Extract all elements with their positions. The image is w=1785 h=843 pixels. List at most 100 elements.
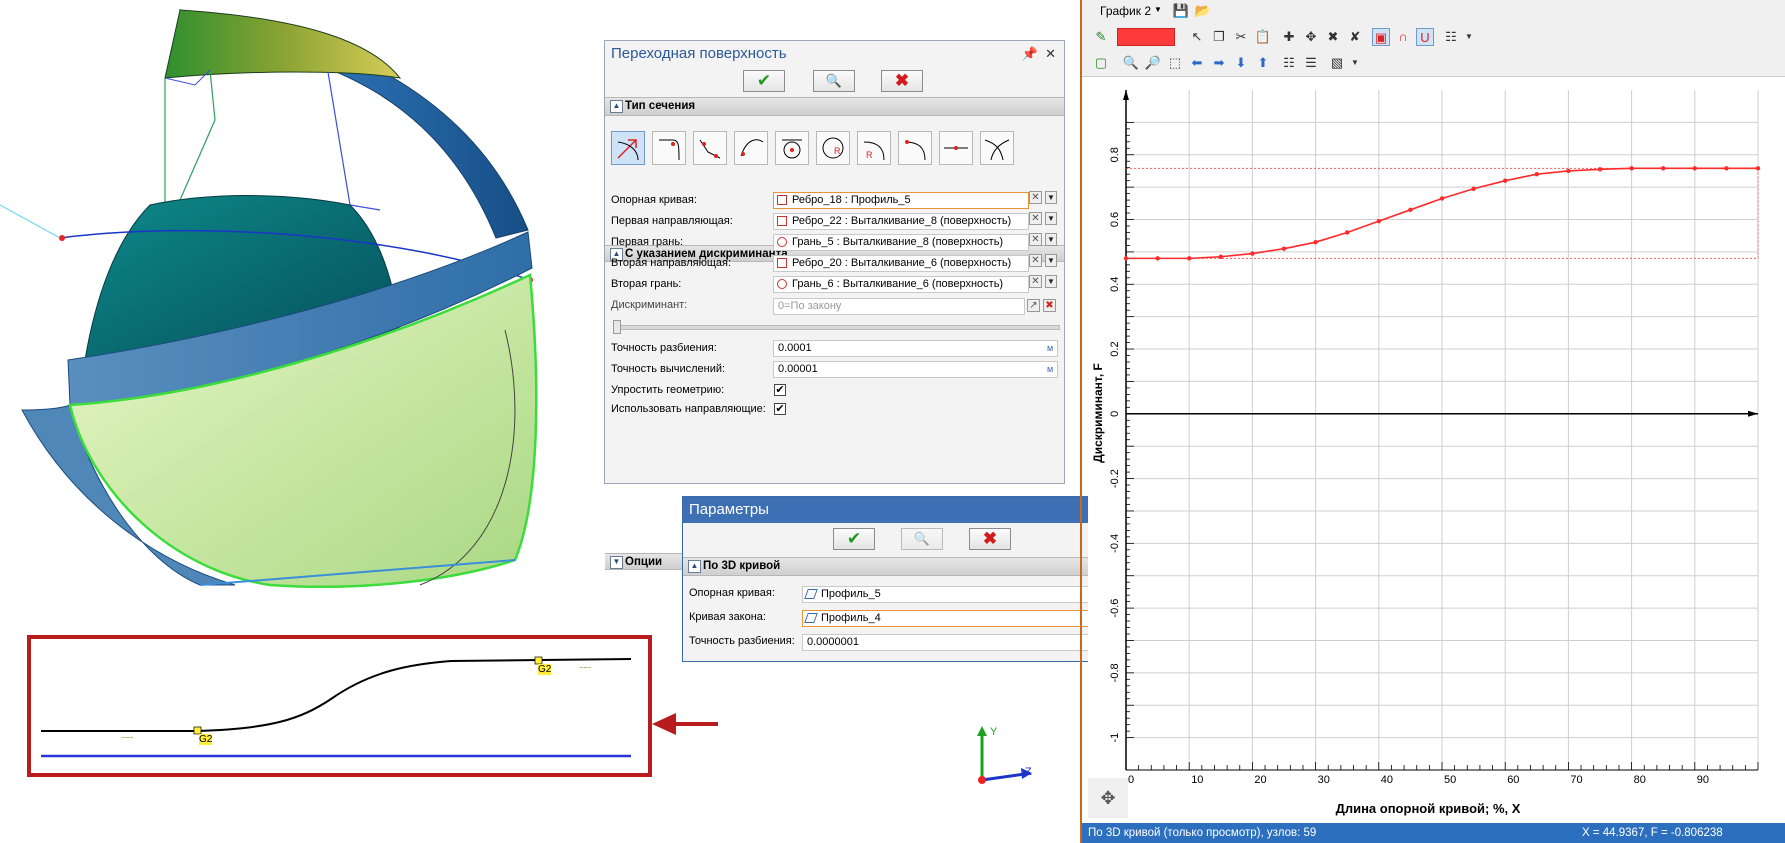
series-point xyxy=(1439,196,1445,201)
view-options-icon[interactable]: ▧ xyxy=(1328,54,1346,72)
first-guide-field[interactable]: Ребро_22 : Выталкивание_8 (поверхность) xyxy=(773,213,1029,230)
add-point-icon[interactable]: ✚ xyxy=(1280,28,1298,46)
ref-curve-field[interactable]: Ребро_18 : Профиль_5 xyxy=(773,192,1029,209)
chevron-down-icon[interactable]: ▼ xyxy=(1045,233,1057,246)
edit-curve-icon[interactable]: ✎ xyxy=(1092,28,1110,46)
section-type-6-icon[interactable]: R xyxy=(816,131,850,165)
ok-button[interactable]: ✔ xyxy=(743,70,785,92)
chevron-down-icon[interactable]: ▼ xyxy=(1045,275,1057,288)
section-type-3-icon[interactable] xyxy=(693,131,727,165)
series-point xyxy=(1345,230,1350,235)
magnet-icon[interactable]: U xyxy=(1416,28,1434,46)
x-tick-label: 80 xyxy=(1634,774,1646,786)
clear-points-icon[interactable]: ✘ xyxy=(1346,28,1364,46)
first-face-field[interactable]: Грань_5 : Выталкивание_8 (поверхность) xyxy=(773,234,1029,251)
clear-icon[interactable]: ✕ xyxy=(1029,212,1042,225)
series-point xyxy=(1250,251,1255,256)
second-guide-field[interactable]: Ребро_20 : Выталкивание_6 (поверхность) xyxy=(773,255,1029,272)
preview-button[interactable]: 🔍 xyxy=(901,528,943,550)
arrow-left-icon[interactable]: ⬅ xyxy=(1188,54,1206,72)
snap-icon[interactable]: ▣ xyxy=(1372,28,1390,46)
pan-icon[interactable]: ✥ xyxy=(1088,778,1128,818)
series-point xyxy=(1471,186,1476,191)
g2-marker-left[interactable] xyxy=(193,726,202,735)
model-viewport[interactable] xyxy=(0,0,600,600)
delete-point-icon[interactable]: ✖ xyxy=(1324,28,1342,46)
field-row-use-guides: Использовать направляющие: ✔ xyxy=(611,403,786,415)
pin-icon[interactable]: 📌 xyxy=(1022,41,1038,67)
graph-toolbar-1: ✎ ↖ ❐ ✂ 📋 ✚ ✥ ✖ ✘ ▣ ∩ U ☷ ▼ xyxy=(1082,24,1785,50)
copy-icon[interactable]: ❐ xyxy=(1210,28,1228,46)
save-icon[interactable]: 💾 xyxy=(1172,2,1190,20)
arrow-right-icon[interactable]: ➡ xyxy=(1210,54,1228,72)
chevron-down-icon[interactable]: ▼ xyxy=(1045,191,1057,204)
simplify-checkbox[interactable]: ✔ xyxy=(774,384,786,396)
section-type-2-icon[interactable] xyxy=(652,131,686,165)
open-folder-icon[interactable]: 📂 xyxy=(1194,2,1212,20)
distribute-icon[interactable]: ☰ xyxy=(1302,54,1320,72)
grid-icon[interactable]: ☷ xyxy=(1442,28,1460,46)
clear-icon[interactable]: ✕ xyxy=(1029,191,1042,204)
section-type-5-icon[interactable] xyxy=(775,131,809,165)
curve-icon xyxy=(804,589,818,599)
collapse-icon[interactable]: ▲ xyxy=(610,100,623,113)
series-point xyxy=(1755,166,1761,171)
chevron-down-icon[interactable]: ▼ xyxy=(1460,28,1478,46)
ok-button[interactable]: ✔ xyxy=(833,528,875,550)
discriminant-field[interactable]: 0=По закону xyxy=(773,298,1025,315)
split-precision-input[interactable]: 0.0001 xyxy=(773,340,1058,357)
clear-icon[interactable]: ✕ xyxy=(1029,275,1042,288)
collapse-icon[interactable]: ▲ xyxy=(688,560,701,573)
arrow-down-icon[interactable]: ⬇ xyxy=(1232,54,1250,72)
chevron-down-icon[interactable]: ▼ xyxy=(1346,54,1364,72)
curve-color-swatch[interactable] xyxy=(1117,28,1175,46)
y-tick-label: 0.4 xyxy=(1109,277,1121,292)
select-icon[interactable]: ↖ xyxy=(1188,28,1206,46)
chevron-down-icon[interactable]: ▼ xyxy=(1154,5,1162,14)
discriminant-chart[interactable]: 0 10 20 30 40 50 60 70 80 90 -1 -0.8 -0.6 -0.4 -0.2 0 0.… xyxy=(1088,78,1785,823)
field-row-calc-precision: Точность вычислений: 0.00001 м xyxy=(605,359,1064,380)
graph-tab[interactable]: График 2 xyxy=(1100,4,1151,18)
tangent-icon[interactable]: ∩ xyxy=(1394,28,1412,46)
field-row-first-guide: Первая направляющая: Ребро_22 : Выталкив… xyxy=(605,211,1064,232)
cut-icon[interactable]: ✂ xyxy=(1232,28,1250,46)
chevron-down-icon[interactable]: ▼ xyxy=(1045,254,1057,267)
section-type-4-icon[interactable] xyxy=(734,131,768,165)
section-type-1-icon[interactable] xyxy=(611,131,645,165)
expand-icon[interactable]: ▼ xyxy=(610,556,623,569)
pointer-arrow-icon xyxy=(652,713,718,735)
align-icon[interactable]: ☷ xyxy=(1280,54,1298,72)
section-header-type[interactable]: ▲ Тип сечения xyxy=(605,97,1064,116)
section-type-10-icon[interactable] xyxy=(980,131,1014,165)
close-icon[interactable]: ✕ xyxy=(1045,41,1056,67)
section-type-8-icon[interactable] xyxy=(898,131,932,165)
arrow-up-icon[interactable]: ⬆ xyxy=(1254,54,1272,72)
insert-point-icon[interactable]: ✥ xyxy=(1302,28,1320,46)
edge-icon xyxy=(777,258,787,268)
cancel-button[interactable]: ✖ xyxy=(969,528,1011,550)
fit-icon[interactable]: ▢ xyxy=(1092,54,1110,72)
slider-thumb[interactable] xyxy=(613,320,621,334)
field-row-second-face: Вторая грань: Грань_6 : Выталкивание_6 (… xyxy=(605,274,1064,295)
y-tick-label: 0.6 xyxy=(1109,212,1121,227)
use-guides-checkbox[interactable]: ✔ xyxy=(774,403,786,415)
chevron-down-icon[interactable]: ▼ xyxy=(1045,212,1057,225)
series-point xyxy=(1661,166,1666,171)
discriminant-slider[interactable] xyxy=(605,318,1064,336)
paste-icon[interactable]: 📋 xyxy=(1254,28,1272,46)
second-face-field[interactable]: Грань_6 : Выталкивание_6 (поверхность) xyxy=(773,276,1029,293)
clear-icon[interactable]: ✕ xyxy=(1029,254,1042,267)
calc-precision-input[interactable]: 0.00001 xyxy=(773,361,1058,378)
zoom-out-icon[interactable]: 🔎 xyxy=(1144,54,1162,72)
zoom-in-icon[interactable]: 🔍 xyxy=(1122,54,1140,72)
clear-red-icon[interactable]: ✖ xyxy=(1043,299,1056,312)
zoom-window-icon[interactable]: ⬚ xyxy=(1166,54,1184,72)
g2-marker-right[interactable] xyxy=(534,656,543,665)
edge-icon xyxy=(777,195,787,205)
law-graph-icon[interactable]: ↗ xyxy=(1027,299,1040,312)
cancel-button[interactable]: ✖ xyxy=(881,70,923,92)
clear-icon[interactable]: ✕ xyxy=(1029,233,1042,246)
preview-button[interactable]: 🔍 xyxy=(813,70,855,92)
section-type-7-icon[interactable]: R xyxy=(857,131,891,165)
section-type-9-icon[interactable] xyxy=(939,131,973,165)
